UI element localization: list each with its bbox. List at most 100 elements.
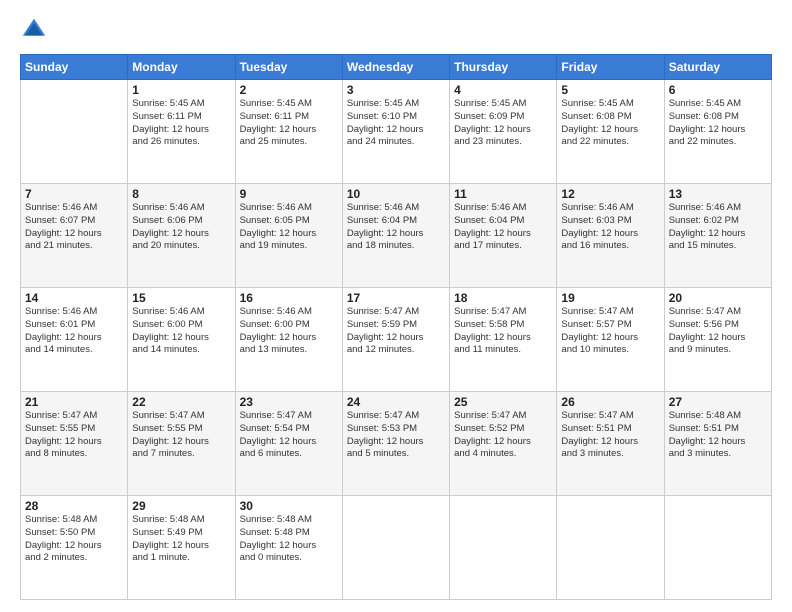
- day-number: 24: [347, 395, 445, 409]
- day-info: Sunrise: 5:47 AM Sunset: 5:52 PM Dayligh…: [454, 410, 552, 461]
- day-cell: 3Sunrise: 5:45 AM Sunset: 6:10 PM Daylig…: [342, 80, 449, 184]
- weekday-saturday: Saturday: [664, 55, 771, 80]
- day-number: 5: [561, 83, 659, 97]
- day-info: Sunrise: 5:46 AM Sunset: 6:01 PM Dayligh…: [25, 306, 123, 357]
- day-cell: 22Sunrise: 5:47 AM Sunset: 5:55 PM Dayli…: [128, 392, 235, 496]
- day-number: 30: [240, 499, 338, 513]
- day-number: 26: [561, 395, 659, 409]
- day-cell: 29Sunrise: 5:48 AM Sunset: 5:49 PM Dayli…: [128, 496, 235, 600]
- day-info: Sunrise: 5:47 AM Sunset: 5:57 PM Dayligh…: [561, 306, 659, 357]
- day-number: 10: [347, 187, 445, 201]
- week-row-3: 21Sunrise: 5:47 AM Sunset: 5:55 PM Dayli…: [21, 392, 772, 496]
- day-number: 18: [454, 291, 552, 305]
- header: [20, 16, 772, 44]
- day-number: 9: [240, 187, 338, 201]
- day-cell: 20Sunrise: 5:47 AM Sunset: 5:56 PM Dayli…: [664, 288, 771, 392]
- day-info: Sunrise: 5:47 AM Sunset: 5:54 PM Dayligh…: [240, 410, 338, 461]
- logo-icon: [20, 16, 48, 44]
- day-cell: 8Sunrise: 5:46 AM Sunset: 6:06 PM Daylig…: [128, 184, 235, 288]
- day-info: Sunrise: 5:47 AM Sunset: 5:55 PM Dayligh…: [25, 410, 123, 461]
- day-info: Sunrise: 5:46 AM Sunset: 6:06 PM Dayligh…: [132, 202, 230, 253]
- day-number: 4: [454, 83, 552, 97]
- day-info: Sunrise: 5:47 AM Sunset: 5:55 PM Dayligh…: [132, 410, 230, 461]
- day-info: Sunrise: 5:46 AM Sunset: 6:00 PM Dayligh…: [132, 306, 230, 357]
- weekday-tuesday: Tuesday: [235, 55, 342, 80]
- day-cell: 28Sunrise: 5:48 AM Sunset: 5:50 PM Dayli…: [21, 496, 128, 600]
- day-info: Sunrise: 5:46 AM Sunset: 6:03 PM Dayligh…: [561, 202, 659, 253]
- logo: [20, 16, 52, 44]
- day-info: Sunrise: 5:47 AM Sunset: 5:53 PM Dayligh…: [347, 410, 445, 461]
- day-cell: 25Sunrise: 5:47 AM Sunset: 5:52 PM Dayli…: [450, 392, 557, 496]
- day-info: Sunrise: 5:46 AM Sunset: 6:00 PM Dayligh…: [240, 306, 338, 357]
- day-number: 12: [561, 187, 659, 201]
- day-cell: 4Sunrise: 5:45 AM Sunset: 6:09 PM Daylig…: [450, 80, 557, 184]
- day-info: Sunrise: 5:45 AM Sunset: 6:10 PM Dayligh…: [347, 98, 445, 149]
- day-number: 7: [25, 187, 123, 201]
- day-cell: 16Sunrise: 5:46 AM Sunset: 6:00 PM Dayli…: [235, 288, 342, 392]
- day-number: 15: [132, 291, 230, 305]
- day-cell: 24Sunrise: 5:47 AM Sunset: 5:53 PM Dayli…: [342, 392, 449, 496]
- day-cell: [21, 80, 128, 184]
- day-info: Sunrise: 5:46 AM Sunset: 6:02 PM Dayligh…: [669, 202, 767, 253]
- week-row-2: 14Sunrise: 5:46 AM Sunset: 6:01 PM Dayli…: [21, 288, 772, 392]
- day-number: 8: [132, 187, 230, 201]
- calendar-table: SundayMondayTuesdayWednesdayThursdayFrid…: [20, 54, 772, 600]
- day-cell: 2Sunrise: 5:45 AM Sunset: 6:11 PM Daylig…: [235, 80, 342, 184]
- day-cell: 26Sunrise: 5:47 AM Sunset: 5:51 PM Dayli…: [557, 392, 664, 496]
- day-cell: [450, 496, 557, 600]
- day-number: 29: [132, 499, 230, 513]
- day-info: Sunrise: 5:45 AM Sunset: 6:09 PM Dayligh…: [454, 98, 552, 149]
- day-number: 25: [454, 395, 552, 409]
- day-number: 14: [25, 291, 123, 305]
- day-cell: 18Sunrise: 5:47 AM Sunset: 5:58 PM Dayli…: [450, 288, 557, 392]
- week-row-4: 28Sunrise: 5:48 AM Sunset: 5:50 PM Dayli…: [21, 496, 772, 600]
- day-info: Sunrise: 5:46 AM Sunset: 6:04 PM Dayligh…: [347, 202, 445, 253]
- day-info: Sunrise: 5:48 AM Sunset: 5:48 PM Dayligh…: [240, 514, 338, 565]
- day-cell: 7Sunrise: 5:46 AM Sunset: 6:07 PM Daylig…: [21, 184, 128, 288]
- weekday-monday: Monday: [128, 55, 235, 80]
- day-cell: 1Sunrise: 5:45 AM Sunset: 6:11 PM Daylig…: [128, 80, 235, 184]
- day-info: Sunrise: 5:47 AM Sunset: 5:59 PM Dayligh…: [347, 306, 445, 357]
- day-number: 6: [669, 83, 767, 97]
- day-info: Sunrise: 5:46 AM Sunset: 6:05 PM Dayligh…: [240, 202, 338, 253]
- day-cell: 21Sunrise: 5:47 AM Sunset: 5:55 PM Dayli…: [21, 392, 128, 496]
- day-info: Sunrise: 5:46 AM Sunset: 6:07 PM Dayligh…: [25, 202, 123, 253]
- day-info: Sunrise: 5:47 AM Sunset: 5:51 PM Dayligh…: [561, 410, 659, 461]
- day-number: 28: [25, 499, 123, 513]
- day-cell: 14Sunrise: 5:46 AM Sunset: 6:01 PM Dayli…: [21, 288, 128, 392]
- day-number: 16: [240, 291, 338, 305]
- day-cell: 23Sunrise: 5:47 AM Sunset: 5:54 PM Dayli…: [235, 392, 342, 496]
- day-cell: 19Sunrise: 5:47 AM Sunset: 5:57 PM Dayli…: [557, 288, 664, 392]
- day-cell: [342, 496, 449, 600]
- day-number: 17: [347, 291, 445, 305]
- day-info: Sunrise: 5:47 AM Sunset: 5:56 PM Dayligh…: [669, 306, 767, 357]
- weekday-header-row: SundayMondayTuesdayWednesdayThursdayFrid…: [21, 55, 772, 80]
- day-cell: 12Sunrise: 5:46 AM Sunset: 6:03 PM Dayli…: [557, 184, 664, 288]
- day-cell: 11Sunrise: 5:46 AM Sunset: 6:04 PM Dayli…: [450, 184, 557, 288]
- weekday-wednesday: Wednesday: [342, 55, 449, 80]
- week-row-1: 7Sunrise: 5:46 AM Sunset: 6:07 PM Daylig…: [21, 184, 772, 288]
- day-number: 22: [132, 395, 230, 409]
- day-cell: [664, 496, 771, 600]
- day-cell: 30Sunrise: 5:48 AM Sunset: 5:48 PM Dayli…: [235, 496, 342, 600]
- day-number: 13: [669, 187, 767, 201]
- week-row-0: 1Sunrise: 5:45 AM Sunset: 6:11 PM Daylig…: [21, 80, 772, 184]
- day-cell: 10Sunrise: 5:46 AM Sunset: 6:04 PM Dayli…: [342, 184, 449, 288]
- day-number: 20: [669, 291, 767, 305]
- day-cell: 15Sunrise: 5:46 AM Sunset: 6:00 PM Dayli…: [128, 288, 235, 392]
- day-cell: 5Sunrise: 5:45 AM Sunset: 6:08 PM Daylig…: [557, 80, 664, 184]
- weekday-thursday: Thursday: [450, 55, 557, 80]
- day-number: 27: [669, 395, 767, 409]
- day-cell: 27Sunrise: 5:48 AM Sunset: 5:51 PM Dayli…: [664, 392, 771, 496]
- day-info: Sunrise: 5:48 AM Sunset: 5:49 PM Dayligh…: [132, 514, 230, 565]
- day-info: Sunrise: 5:45 AM Sunset: 6:08 PM Dayligh…: [669, 98, 767, 149]
- day-cell: 9Sunrise: 5:46 AM Sunset: 6:05 PM Daylig…: [235, 184, 342, 288]
- day-info: Sunrise: 5:45 AM Sunset: 6:08 PM Dayligh…: [561, 98, 659, 149]
- day-number: 23: [240, 395, 338, 409]
- day-cell: [557, 496, 664, 600]
- day-number: 2: [240, 83, 338, 97]
- page: SundayMondayTuesdayWednesdayThursdayFrid…: [0, 0, 792, 612]
- day-number: 19: [561, 291, 659, 305]
- weekday-friday: Friday: [557, 55, 664, 80]
- day-info: Sunrise: 5:45 AM Sunset: 6:11 PM Dayligh…: [240, 98, 338, 149]
